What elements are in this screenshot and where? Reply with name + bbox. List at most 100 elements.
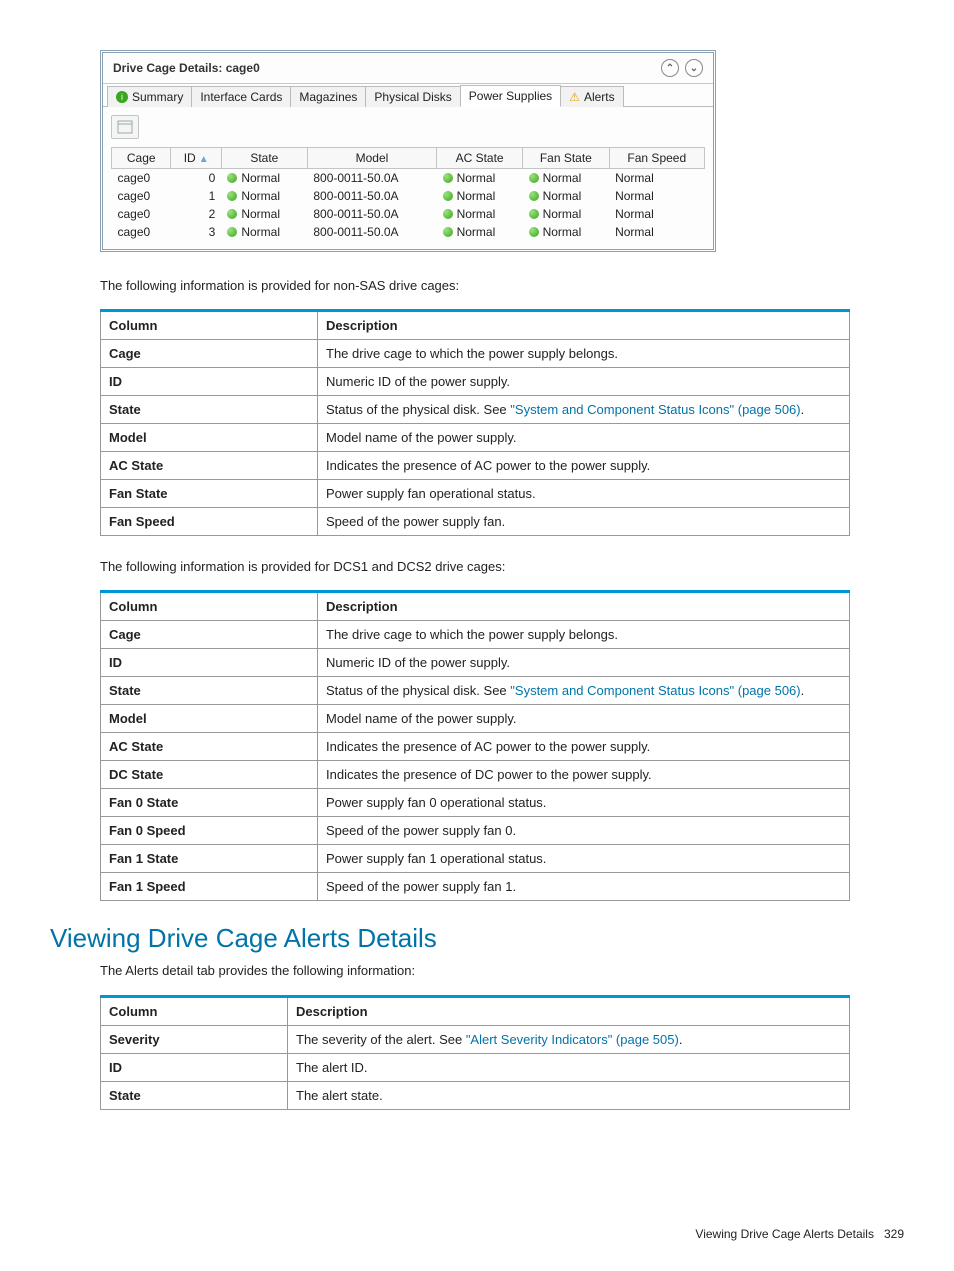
tab-summary[interactable]: i Summary	[107, 86, 192, 107]
tab-label: Summary	[132, 90, 183, 104]
cell-state: Normal	[221, 169, 307, 188]
table-row: AC StateIndicates the presence of AC pow…	[101, 452, 850, 480]
table-row: CageThe drive cage to which the power su…	[101, 340, 850, 368]
cell-model: 800-0011-50.0A	[307, 187, 436, 205]
alerts-table: Column Description SeverityThe severity …	[100, 995, 850, 1110]
column-name: ID	[101, 649, 318, 677]
alert-severity-link[interactable]: "Alert Severity Indicators" (page 505)	[466, 1032, 679, 1047]
tab-magazines[interactable]: Magazines	[290, 86, 366, 107]
cell-fan: Normal	[523, 187, 609, 205]
column-name: Fan Speed	[101, 508, 318, 536]
col-cage[interactable]: Cage	[112, 148, 171, 169]
col-ac-state[interactable]: AC State	[437, 148, 523, 169]
column-desc: Numeric ID of the power supply.	[318, 368, 850, 396]
tab-alerts[interactable]: ⚠ Alerts	[560, 86, 623, 107]
cell-model: 800-0011-50.0A	[307, 223, 436, 241]
column-name: State	[101, 677, 318, 705]
cell-cage: cage0	[112, 223, 171, 241]
dcs-table: Column Description CageThe drive cage to…	[100, 590, 850, 901]
tab-label: Magazines	[299, 90, 357, 104]
cell-id: 0	[171, 169, 221, 188]
status-ok-icon	[227, 209, 237, 219]
th-column: Column	[101, 311, 318, 340]
col-fan-state[interactable]: Fan State	[523, 148, 609, 169]
tab-label: Alerts	[584, 90, 615, 104]
status-icons-link[interactable]: "System and Component Status Icons" (pag…	[510, 683, 800, 698]
status-ok-icon	[529, 227, 539, 237]
cell-id: 3	[171, 223, 221, 241]
table-row[interactable]: cage00Normal800-0011-50.0ANormalNormalNo…	[112, 169, 705, 188]
cell-model: 800-0011-50.0A	[307, 169, 436, 188]
export-button[interactable]	[111, 115, 139, 139]
collapse-down-icon[interactable]: ⌄	[685, 59, 703, 77]
col-id[interactable]: ID▲	[171, 148, 221, 169]
tab-bar: i Summary Interface Cards Magazines Phys…	[103, 83, 713, 106]
table-row: Fan StatePower supply fan operational st…	[101, 480, 850, 508]
column-name: Fan 0 Speed	[101, 817, 318, 845]
column-name: Severity	[101, 1025, 288, 1053]
dcs-intro: The following information is provided fo…	[100, 558, 904, 576]
info-icon: i	[116, 91, 128, 103]
status-ok-icon	[443, 191, 453, 201]
cell-fan: Normal	[523, 169, 609, 188]
tab-physical-disks[interactable]: Physical Disks	[365, 86, 460, 107]
cell-id: 1	[171, 187, 221, 205]
status-ok-icon	[529, 209, 539, 219]
table-row[interactable]: cage02Normal800-0011-50.0ANormalNormalNo…	[112, 205, 705, 223]
col-model[interactable]: Model	[307, 148, 436, 169]
col-fan-speed[interactable]: Fan Speed	[609, 148, 704, 169]
column-name: DC State	[101, 761, 318, 789]
table-row: IDNumeric ID of the power supply.	[101, 649, 850, 677]
cell-cage: cage0	[112, 205, 171, 223]
status-icons-link[interactable]: "System and Component Status Icons" (pag…	[510, 402, 800, 417]
alert-icon: ⚠	[569, 90, 580, 104]
drive-cage-details-panel: Drive Cage Details: cage0 ⌃ ⌄ i Summary …	[100, 50, 716, 252]
table-row: SeverityThe severity of the alert. See "…	[101, 1025, 850, 1053]
column-desc: Indicates the presence of AC power to th…	[318, 452, 850, 480]
column-desc: Speed of the power supply fan.	[318, 508, 850, 536]
table-row[interactable]: cage03Normal800-0011-50.0ANormalNormalNo…	[112, 223, 705, 241]
column-name: AC State	[101, 733, 318, 761]
cell-ac: Normal	[437, 205, 523, 223]
tab-interface-cards[interactable]: Interface Cards	[191, 86, 291, 107]
column-desc: The drive cage to which the power supply…	[318, 340, 850, 368]
cell-cage: cage0	[112, 187, 171, 205]
table-row: Fan 1 SpeedSpeed of the power supply fan…	[101, 873, 850, 901]
column-desc: Status of the physical disk. See "System…	[318, 396, 850, 424]
cell-state: Normal	[221, 205, 307, 223]
column-desc: Model name of the power supply.	[318, 705, 850, 733]
table-row: Fan SpeedSpeed of the power supply fan.	[101, 508, 850, 536]
cell-cage: cage0	[112, 169, 171, 188]
status-ok-icon	[227, 173, 237, 183]
tab-power-supplies[interactable]: Power Supplies	[460, 85, 561, 107]
cell-speed: Normal	[609, 187, 704, 205]
status-ok-icon	[227, 191, 237, 201]
table-row: Fan 1 StatePower supply fan 1 operationa…	[101, 845, 850, 873]
th-description: Description	[288, 996, 850, 1025]
th-column: Column	[101, 592, 318, 621]
table-row[interactable]: cage01Normal800-0011-50.0ANormalNormalNo…	[112, 187, 705, 205]
table-row: StateThe alert state.	[101, 1081, 850, 1109]
column-desc: The drive cage to which the power supply…	[318, 621, 850, 649]
table-row: ModelModel name of the power supply.	[101, 705, 850, 733]
cell-model: 800-0011-50.0A	[307, 205, 436, 223]
table-row: StateStatus of the physical disk. See "S…	[101, 677, 850, 705]
cell-fan: Normal	[523, 205, 609, 223]
power-supplies-grid: Cage ID▲ State Model AC State Fan State …	[111, 147, 705, 241]
table-row: StateStatus of the physical disk. See "S…	[101, 396, 850, 424]
tab-label: Physical Disks	[374, 90, 451, 104]
column-desc: Indicates the presence of DC power to th…	[318, 761, 850, 789]
table-row: Fan 0 SpeedSpeed of the power supply fan…	[101, 817, 850, 845]
column-desc: Speed of the power supply fan 0.	[318, 817, 850, 845]
th-column: Column	[101, 996, 288, 1025]
column-desc: Indicates the presence of AC power to th…	[318, 733, 850, 761]
column-name: State	[101, 1081, 288, 1109]
column-desc: Power supply fan 1 operational status.	[318, 845, 850, 873]
table-row: CageThe drive cage to which the power su…	[101, 621, 850, 649]
col-state[interactable]: State	[221, 148, 307, 169]
column-desc: The alert ID.	[288, 1053, 850, 1081]
column-desc: Power supply fan operational status.	[318, 480, 850, 508]
collapse-up-icon[interactable]: ⌃	[661, 59, 679, 77]
status-ok-icon	[529, 191, 539, 201]
column-name: State	[101, 396, 318, 424]
